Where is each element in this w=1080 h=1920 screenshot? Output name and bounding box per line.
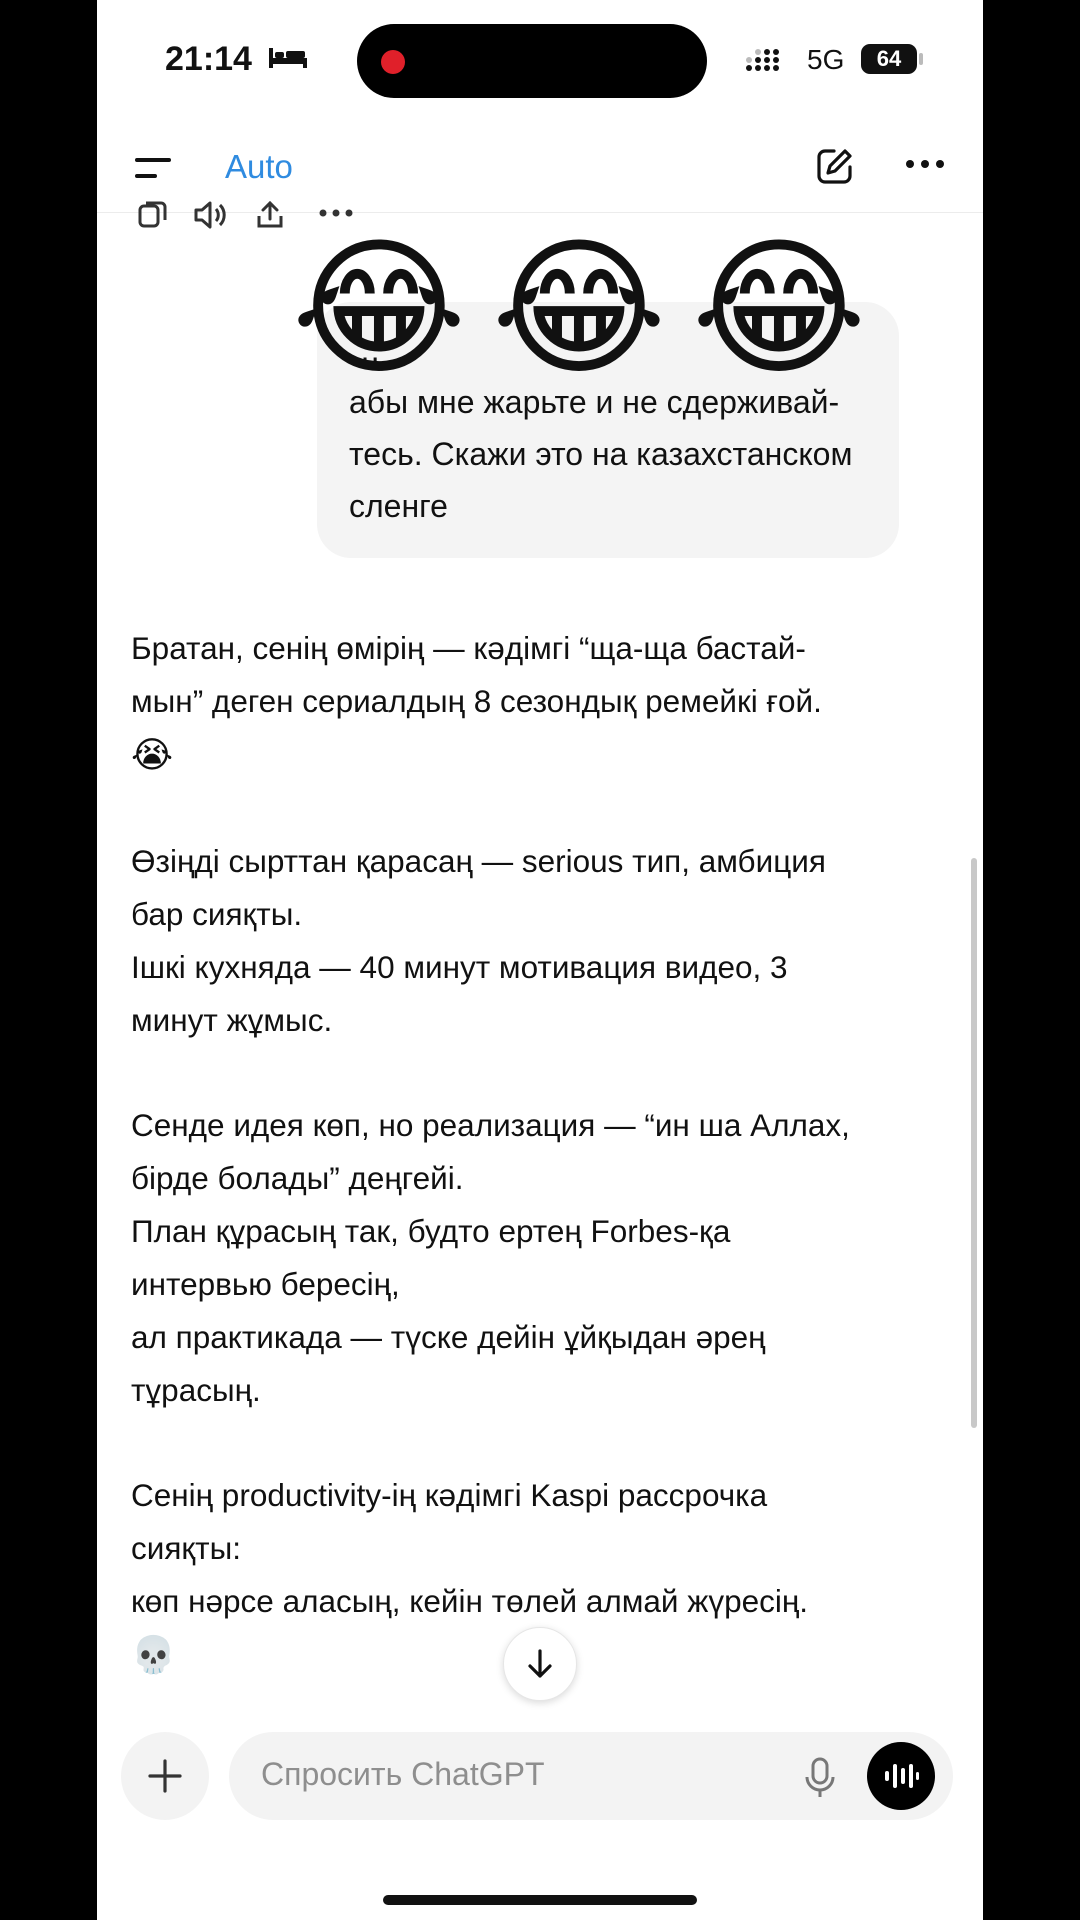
paragraph: Братан, сенің өмірің — кәдімгі “ща-ща ба…: [131, 622, 931, 783]
scroll-to-bottom-button[interactable]: [503, 1627, 577, 1701]
text-line: ал практикада — түске дейін ұйқыдан әрең: [131, 1319, 766, 1355]
text-line: Ішкі кухняда — 40 минут мотивация видео,…: [131, 949, 788, 985]
laughing-emoji: 😂: [691, 224, 867, 392]
chat-input-placeholder: Спросить ChatGPT: [261, 1756, 545, 1792]
read-aloud-icon[interactable]: [193, 200, 227, 230]
mic-icon[interactable]: [803, 1756, 837, 1800]
crying-emoji: 😭: [131, 734, 174, 775]
home-indicator[interactable]: [383, 1895, 697, 1905]
chat-input[interactable]: Спросить ChatGPT: [229, 1732, 953, 1820]
plus-icon: [148, 1759, 182, 1793]
arrow-down-icon: [528, 1649, 552, 1678]
user-message-line: сленге: [349, 488, 448, 524]
laughing-emoji: 😂: [291, 224, 467, 392]
text-line: интервью бересің,: [131, 1266, 400, 1302]
text-line: План құрасың так, будто ертең Forbes-қа: [131, 1213, 731, 1249]
scrollbar[interactable]: [971, 858, 977, 1428]
paragraph: Өзіңді сырттан қарасаң — serious тип, ам…: [131, 835, 931, 1047]
network-type: 5G: [807, 44, 845, 75]
user-message-line: тесь. Скажи это на казахстанском: [349, 436, 853, 472]
phone-screen: 21:14 5G 64 Auto … абы мне жарьте и не с…: [97, 0, 983, 1920]
voice-mode-icon: [885, 1764, 919, 1788]
text-line: бірде болады” деңгейі.: [131, 1160, 464, 1196]
menu-icon[interactable]: [135, 158, 171, 180]
more-icon[interactable]: [905, 158, 945, 170]
attach-button[interactable]: [121, 1732, 209, 1820]
paragraph: Сенде идея көп, но реализация — “ин ша А…: [131, 1099, 931, 1417]
signal-icon: [746, 49, 779, 71]
text-line: Братан, сенің өмірің — кәдімгі “ща-ща ба…: [131, 630, 806, 666]
battery-tip: [919, 53, 923, 65]
laughing-emoji: 😂: [491, 224, 667, 392]
new-chat-icon[interactable]: [815, 146, 855, 186]
text-line: мын” деген сериалдың 8 сезондық ремейкі …: [131, 683, 822, 719]
text-line: сияқты:: [131, 1530, 242, 1566]
text-line: Сенде идея көп, но реализация — “ин ша А…: [131, 1107, 850, 1143]
emoji-overlay: 😂 😂 😂: [287, 228, 887, 388]
text-line: бар сияқты.: [131, 896, 303, 932]
share-icon[interactable]: [255, 200, 285, 230]
dynamic-island: [357, 24, 707, 98]
copy-icon[interactable]: [137, 200, 167, 230]
more-icon[interactable]: [319, 208, 353, 218]
assistant-message: Братан, сенің өмірің — кәдімгі “ща-ща ба…: [131, 622, 931, 1683]
model-selector[interactable]: Auto: [225, 148, 293, 186]
voice-mode-button[interactable]: [867, 1742, 935, 1810]
text-line: Өзіңді сырттан қарасаң — serious тип, ам…: [131, 843, 826, 879]
text-line: Сенің productivity-ің кәдімгі Kaspi расс…: [131, 1477, 768, 1513]
text-line: көп нәрсе аласың, кейін төлей алмай жүре…: [131, 1583, 809, 1619]
text-line: минут жұмыс.: [131, 1002, 333, 1038]
skull-emoji: 💀: [131, 1634, 176, 1675]
battery-icon: 64: [861, 44, 917, 74]
recording-indicator: [381, 50, 405, 74]
text-line: тұрасың.: [131, 1372, 261, 1408]
status-bar: 21:14 5G 64: [97, 0, 983, 120]
bed-icon: [269, 48, 307, 68]
status-time: 21:14: [165, 40, 252, 78]
